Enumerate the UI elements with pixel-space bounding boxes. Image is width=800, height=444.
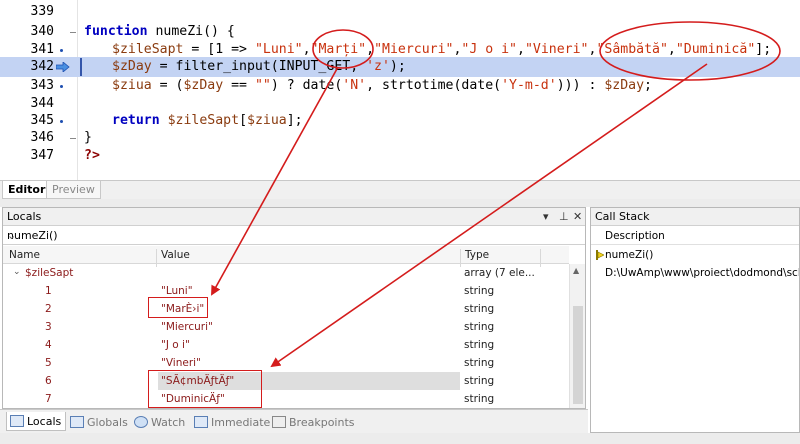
line-dot-icon (60, 49, 63, 52)
table-row[interactable]: 7 "DuminicÄƒ" string (3, 390, 569, 408)
element-type: string (464, 321, 495, 333)
execution-pointer-icon (56, 62, 70, 72)
element-type: string (464, 357, 495, 369)
element-value: "Vineri" (161, 357, 201, 369)
element-index: 3 (45, 321, 52, 333)
element-type: string (464, 375, 495, 387)
variable-name: $zileSapt (25, 267, 74, 279)
element-value: "MarÈ›i" (161, 303, 205, 315)
column-description[interactable]: Description (605, 230, 665, 242)
element-value: "Miercuri" (161, 321, 213, 333)
element-index: 6 (45, 375, 52, 387)
line-number: 339 (30, 4, 54, 19)
code-line-346[interactable]: 346 } (0, 128, 800, 148)
line-number: 342 (30, 59, 54, 74)
tab-globals[interactable]: Globals (66, 412, 133, 431)
current-frame-arrow-icon (596, 250, 604, 260)
code-line-340[interactable]: 340 function numeZi() { (0, 22, 800, 42)
dropdown-icon[interactable]: ▾ (543, 210, 549, 223)
element-value: "SÃ¢mbÄƒtÄƒ" (158, 372, 460, 390)
locals-header: Locals ▾ ⊥ ✕ (3, 208, 585, 226)
element-type: string (464, 393, 495, 405)
call-stack-panel: Call Stack Description numeZi() D:\UwAmp… (590, 207, 800, 433)
scrollbar-thumb[interactable] (573, 306, 583, 404)
element-type: string (464, 303, 495, 315)
call-stack-column-header: Description (591, 227, 799, 245)
tab-preview[interactable]: Preview (46, 181, 101, 199)
element-index: 1 (45, 285, 52, 297)
tab-immediate[interactable]: Immediate (190, 412, 275, 431)
element-value: "J o i" (161, 339, 190, 351)
pin-icon[interactable]: ⊥ (559, 210, 569, 223)
code-line-339[interactable]: 339 (0, 2, 800, 22)
current-line-marker (80, 58, 82, 76)
tab-watch[interactable]: Watch (130, 412, 190, 431)
fold-end-marker (70, 138, 76, 139)
tab-breakpoints[interactable]: Breakpoints (268, 412, 360, 431)
scroll-up-icon[interactable]: ▲ (573, 266, 579, 275)
immediate-icon (194, 416, 208, 428)
stack-frame[interactable]: numeZi() (591, 246, 799, 264)
code-line-347[interactable]: 347 ?> (0, 146, 800, 166)
column-value[interactable]: Value (161, 249, 190, 261)
watch-icon (134, 416, 148, 428)
code-text: } (84, 130, 92, 145)
element-index: 4 (45, 339, 52, 351)
line-number: 346 (30, 130, 54, 145)
chevron-down-icon[interactable]: ⌄ (7, 229, 581, 242)
element-value: "Luni" (161, 285, 193, 297)
line-number: 340 (30, 24, 54, 39)
frame-path: D:\UwAmp\www\proiect\dodmond\sched (605, 267, 799, 279)
line-number: 347 (30, 148, 54, 163)
locals-column-header: Name Value Type (3, 246, 569, 267)
breakpoints-icon (272, 416, 286, 428)
line-dot-icon (60, 120, 63, 123)
debug-tab-bar: Locals Globals Watch Immediate Breakpoin… (0, 409, 588, 433)
element-index: 7 (45, 393, 52, 405)
close-icon[interactable]: ✕ (573, 210, 582, 223)
element-type: string (464, 339, 495, 351)
locals-title: Locals (7, 210, 42, 223)
panel-splitter[interactable] (0, 199, 800, 207)
table-row[interactable]: 5 "Vineri" string (3, 354, 569, 372)
locals-icon (10, 415, 24, 427)
table-row[interactable]: 3 "Miercuri" string (3, 318, 569, 336)
code-line-342-current[interactable]: 342 $zDay = filter_input(INPUT_GET, 'z')… (0, 57, 800, 77)
stack-frame[interactable]: D:\UwAmp\www\proiect\dodmond\sched (591, 264, 799, 282)
call-stack-header: Call Stack (591, 208, 799, 226)
call-stack-title: Call Stack (595, 210, 650, 223)
code-text: function numeZi() { (84, 24, 235, 39)
line-dot-icon (60, 85, 63, 88)
code-text: ?> (84, 148, 100, 163)
element-value: "DuminicÄƒ" (161, 393, 225, 405)
element-index: 5 (45, 357, 52, 369)
element-type: string (464, 285, 495, 297)
status-bar (0, 433, 800, 444)
code-text: $zDay = filter_input(INPUT_GET, 'z'); (112, 59, 406, 74)
variable-row-zileSapt[interactable]: ⌄ $zileSapt array (7 ele... (3, 264, 569, 282)
code-editor[interactable]: 339 340 function numeZi() { 341 $zileSap… (0, 0, 800, 180)
variable-value (158, 264, 460, 282)
code-line-343[interactable]: 343 $ziua = ($zDay == "") ? date('N', st… (0, 76, 800, 96)
tab-locals[interactable]: Locals (6, 412, 67, 431)
expand-toggle-icon[interactable]: ⌄ (13, 267, 21, 277)
variable-type: array (7 ele... (464, 267, 535, 279)
table-row-selected[interactable]: 6 "SÃ¢mbÄƒtÄƒ" string (3, 372, 569, 390)
frame-function: numeZi() (605, 249, 654, 261)
table-row[interactable]: 4 "J o i" string (3, 336, 569, 354)
tab-editor[interactable]: Editor (2, 181, 52, 199)
code-text: $ziua = ($zDay == "") ? date('N', strtot… (112, 78, 652, 93)
locals-panel: Locals ▾ ⊥ ✕ numeZi() ⌄ Name Value Type … (2, 207, 586, 409)
locals-scrollbar[interactable]: ▲ (569, 264, 585, 408)
globals-icon (70, 416, 84, 428)
table-row[interactable]: 2 "MarÈ›i" string (3, 300, 569, 318)
scope-selector[interactable]: numeZi() ⌄ (3, 227, 585, 245)
column-name[interactable]: Name (9, 249, 40, 261)
column-type[interactable]: Type (465, 249, 489, 261)
editor-tab-bar: Editor Preview (0, 180, 800, 199)
line-number: 343 (30, 78, 54, 93)
fold-marker[interactable] (70, 32, 76, 33)
element-index: 2 (45, 303, 52, 315)
table-row[interactable]: 1 "Luni" string (3, 282, 569, 300)
